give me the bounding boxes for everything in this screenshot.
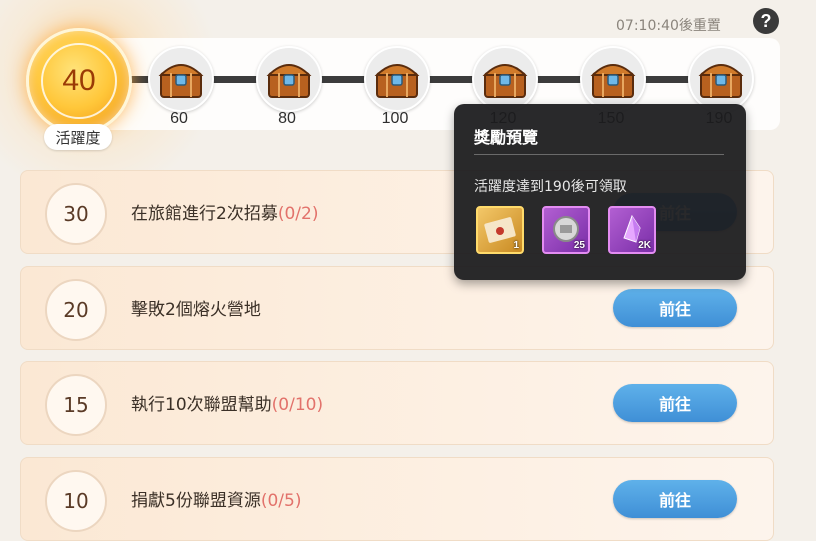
task-text: 捐獻5份聯盟資源 [131, 491, 261, 511]
task-description: 捐獻5份聯盟資源(0/5) [131, 486, 301, 511]
task-description: 擊敗2個熔火營地 [131, 295, 261, 320]
task-description: 在旅館進行2次招募(0/2) [131, 199, 318, 224]
task-progress: (0/10) [271, 395, 324, 415]
reward-count: 25 [573, 240, 585, 251]
question-mark-icon: ? [760, 10, 772, 31]
treasure-chest-icon [374, 64, 420, 98]
task-text: 在旅館進行2次招募 [131, 204, 278, 224]
go-button[interactable]: 前往 [613, 384, 737, 422]
tooltip-title: 獎勵預覽 [474, 128, 539, 147]
milestone-chest-100[interactable] [364, 46, 430, 112]
task-card: 15 執行10次聯盟幫助(0/10) 前往 [20, 361, 774, 445]
treasure-chest-icon [590, 64, 636, 98]
task-points: 10 [45, 470, 107, 532]
milestone-value: 60 [170, 110, 188, 127]
go-button[interactable]: 前往 [613, 480, 737, 518]
milestone-chest-60[interactable] [148, 46, 214, 112]
tooltip-divider [474, 154, 724, 155]
reward-item-letter[interactable]: 1 [476, 206, 524, 254]
treasure-chest-icon [482, 64, 528, 98]
tooltip-description: 活躍度達到190後可領取 [474, 179, 627, 195]
milestone-chest-80[interactable] [256, 46, 322, 112]
milestone-value: 100 [381, 110, 409, 127]
milestone-value: 80 [278, 110, 296, 127]
activity-orb: 40 [26, 28, 132, 134]
reward-item-coin[interactable]: 25 [542, 206, 590, 254]
help-button[interactable]: ? [753, 8, 779, 34]
task-points: 30 [45, 183, 107, 245]
reward-count: 2K [638, 240, 651, 251]
task-points: 20 [45, 279, 107, 341]
reward-count: 1 [513, 240, 519, 251]
treasure-chest-icon [698, 64, 744, 98]
task-description: 執行10次聯盟幫助(0/10) [131, 390, 323, 415]
milestone-chest-120[interactable] [472, 46, 538, 112]
task-points: 15 [45, 374, 107, 436]
reward-preview-tooltip: 獎勵預覽 活躍度達到190後可領取 1 25 2K [454, 104, 746, 280]
task-text: 擊敗2個熔火營地 [131, 300, 261, 320]
task-progress: (0/2) [277, 204, 319, 224]
go-button[interactable]: 前往 [613, 289, 737, 327]
activity-label: 活躍度 [44, 124, 112, 150]
task-text: 執行10次聯盟幫助 [131, 395, 272, 415]
activity-value: 40 [41, 43, 117, 119]
task-progress: (0/5) [260, 491, 302, 511]
treasure-chest-icon [266, 64, 312, 98]
task-card: 10 捐獻5份聯盟資源(0/5) 前往 [20, 457, 774, 541]
milestone-chest-190[interactable] [688, 46, 754, 112]
milestone-chest-150[interactable] [580, 46, 646, 112]
treasure-chest-icon [158, 64, 204, 98]
reward-item-crystal[interactable]: 2K [608, 206, 656, 254]
reset-timer: 07:10:40後重置 [616, 18, 721, 34]
